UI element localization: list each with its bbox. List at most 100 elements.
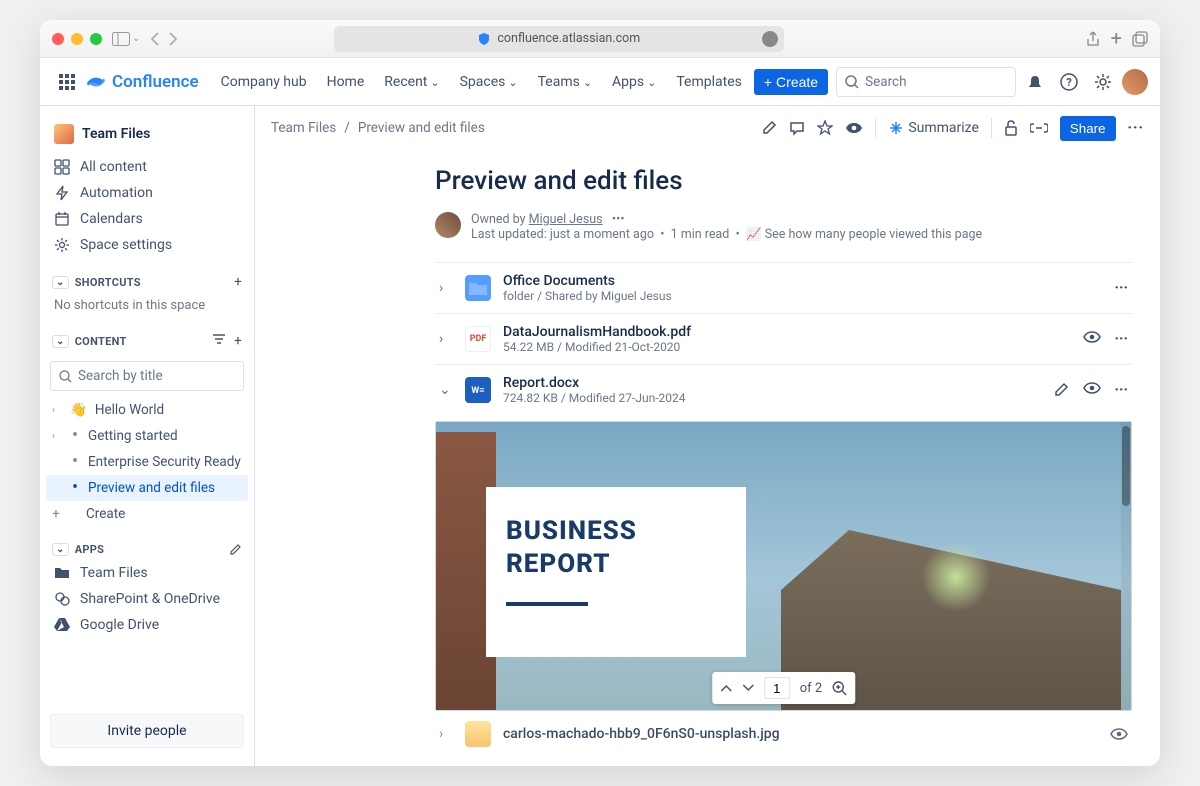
nav-apps[interactable]: Apps — [604, 70, 664, 94]
preview-icon[interactable] — [1083, 331, 1101, 347]
reader-icon[interactable] — [762, 31, 778, 47]
page-hello-world[interactable]: › 👋 Hello World — [46, 397, 248, 423]
summarize-button[interactable]: Summarize — [888, 120, 979, 136]
chevron-down-icon[interactable]: ⌄ — [52, 335, 69, 348]
app-sharepoint[interactable]: SharePoint & OneDrive — [46, 586, 248, 612]
create-label: Create — [776, 74, 818, 90]
zoom-icon[interactable] — [832, 681, 847, 696]
nav-templates[interactable]: Templates — [668, 70, 750, 94]
close-window-icon[interactable] — [52, 33, 64, 45]
watch-icon[interactable] — [845, 122, 863, 134]
filter-icon[interactable] — [212, 333, 226, 349]
page-esr[interactable]: • Enterprise Security Ready — [46, 449, 248, 475]
chevron-right-icon[interactable]: › — [52, 405, 62, 416]
add-shortcut-icon[interactable]: + — [234, 274, 242, 290]
viewers-link[interactable]: See how many people viewed this page — [765, 227, 982, 242]
tabs-overview-icon[interactable] — [1132, 31, 1148, 47]
grid-icon — [54, 159, 70, 175]
preview-icon[interactable] — [1083, 382, 1101, 398]
nav-home[interactable]: Home — [319, 70, 373, 94]
sidebar-toggle-icon[interactable]: ⌄ — [112, 32, 140, 46]
side-automation[interactable]: Automation — [46, 180, 248, 206]
confluence-logo[interactable]: Confluence — [86, 72, 199, 92]
nav-spaces[interactable]: Spaces — [452, 70, 526, 94]
nav-company-hub[interactable]: Company hub — [213, 70, 315, 94]
owner-link[interactable]: Miguel Jesus — [529, 212, 603, 227]
apps-section: ⌄ APPS — [46, 539, 248, 560]
app-google-drive[interactable]: Google Drive — [46, 612, 248, 638]
chevron-right-icon[interactable]: › — [439, 280, 453, 296]
file-row-image[interactable]: › carlos-machado-hbb9_0F6nS0-unsplash.jp… — [435, 711, 1132, 757]
page-create[interactable]: + Create — [46, 501, 248, 527]
side-calendars[interactable]: Calendars — [46, 206, 248, 232]
file-row-folder[interactable]: › Office Documents folder / Shared by Mi… — [435, 262, 1132, 313]
chevron-right-icon[interactable]: › — [439, 331, 453, 347]
preview-icon[interactable] — [1110, 728, 1128, 740]
invite-people-button[interactable]: Invite people — [50, 714, 244, 748]
create-button[interactable]: + Create — [754, 69, 828, 95]
crumb-space[interactable]: Team Files — [271, 120, 336, 136]
edit-page-icon[interactable] — [761, 120, 777, 136]
side-label: All content — [80, 159, 147, 175]
minimize-window-icon[interactable] — [71, 33, 83, 45]
page-up-icon[interactable] — [720, 684, 732, 692]
crumb-page[interactable]: Preview and edit files — [358, 120, 485, 136]
shortcuts-label: SHORTCUTS — [75, 276, 141, 289]
add-content-icon[interactable]: + — [234, 333, 242, 349]
chevron-right-icon[interactable]: › — [439, 726, 453, 742]
file-row-docx[interactable]: ⌄ W≡ Report.docx 724.82 KB / Modified 27… — [435, 364, 1132, 415]
fullscreen-window-icon[interactable] — [90, 33, 102, 45]
chevron-down-icon[interactable]: ⌄ — [52, 543, 69, 556]
page-down-icon[interactable] — [742, 684, 754, 692]
shortcuts-section: ⌄ SHORTCUTS + — [46, 270, 248, 294]
page-getting-started[interactable]: › • Getting started — [46, 423, 248, 449]
app-team-files[interactable]: Team Files — [46, 560, 248, 586]
scrollbar-thumb[interactable] — [1122, 426, 1130, 506]
side-space-settings[interactable]: Space settings — [46, 232, 248, 258]
new-tab-icon[interactable]: + — [1111, 31, 1122, 47]
divider — [875, 118, 876, 138]
app-switcher-icon[interactable] — [52, 67, 82, 97]
byline-more-icon[interactable]: ••• — [606, 212, 625, 227]
more-icon[interactable]: ··· — [1115, 280, 1129, 296]
content-section: ⌄ CONTENT + — [46, 329, 248, 353]
page-tree-search[interactable]: Search by title — [50, 361, 244, 391]
chevron-right-icon[interactable]: › — [52, 431, 62, 442]
preview-heading-2: REPORT — [506, 549, 611, 579]
more-actions-icon[interactable]: ··· — [1128, 120, 1145, 136]
edit-icon[interactable] — [1054, 382, 1069, 398]
owner-avatar[interactable] — [435, 212, 461, 238]
chevron-down-icon[interactable]: ⌄ — [52, 276, 69, 289]
link-icon[interactable] — [1030, 123, 1048, 133]
settings-icon[interactable] — [1088, 67, 1118, 97]
global-search[interactable]: Search — [836, 67, 1016, 97]
nav-recent[interactable]: Recent — [376, 70, 447, 94]
page-content: Preview and edit files Owned by Miguel J… — [255, 150, 1160, 757]
restrictions-icon[interactable] — [1004, 120, 1018, 136]
star-icon[interactable] — [817, 120, 833, 136]
profile-avatar[interactable] — [1122, 69, 1148, 95]
share-icon[interactable] — [1085, 31, 1101, 47]
search-placeholder: Search by title — [78, 368, 163, 384]
page-input[interactable] — [764, 677, 790, 699]
share-button[interactable]: Share — [1060, 116, 1116, 141]
space-header[interactable]: Team Files — [46, 120, 248, 154]
comment-icon[interactable] — [789, 120, 805, 136]
browser-back-icon[interactable] — [150, 32, 159, 46]
page-total: of 2 — [800, 681, 822, 696]
file-row-pdf[interactable]: › PDF DataJournalismHandbook.pdf 54.22 M… — [435, 313, 1132, 364]
side-all-content[interactable]: All content — [46, 154, 248, 180]
preview-scrollbar[interactable] — [1121, 422, 1131, 710]
more-icon[interactable]: ··· — [1115, 331, 1129, 347]
nav-teams[interactable]: Teams — [530, 70, 600, 94]
chevron-down-icon[interactable]: ⌄ — [439, 382, 453, 398]
plus-icon[interactable]: + — [52, 506, 62, 522]
browser-forward-icon[interactable] — [169, 32, 178, 46]
page-preview-edit-files[interactable]: • Preview and edit files — [46, 475, 248, 501]
notifications-icon[interactable] — [1020, 67, 1050, 97]
more-icon[interactable]: ··· — [1115, 382, 1129, 398]
help-icon[interactable]: ? — [1054, 67, 1084, 97]
edit-apps-icon[interactable] — [229, 543, 242, 556]
url-bar[interactable]: confluence.atlassian.com — [334, 26, 784, 52]
browser-chrome: ⌄ confluence.atlassian.com + — [40, 20, 1160, 58]
